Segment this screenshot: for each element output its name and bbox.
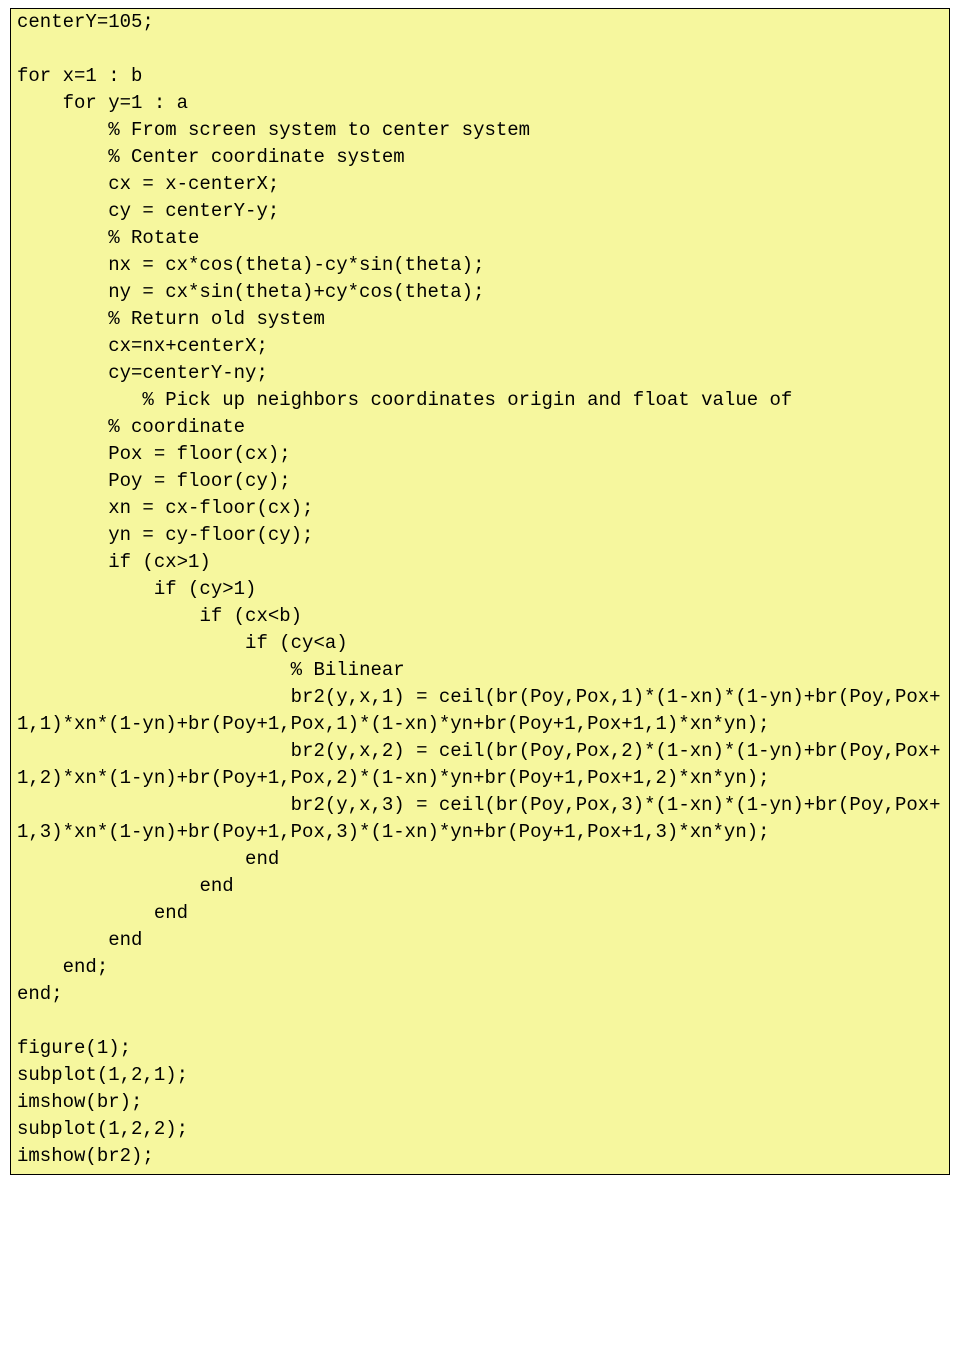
code-listing: centerY=105; for x=1 : b for y=1 : a % F… xyxy=(10,8,950,1175)
